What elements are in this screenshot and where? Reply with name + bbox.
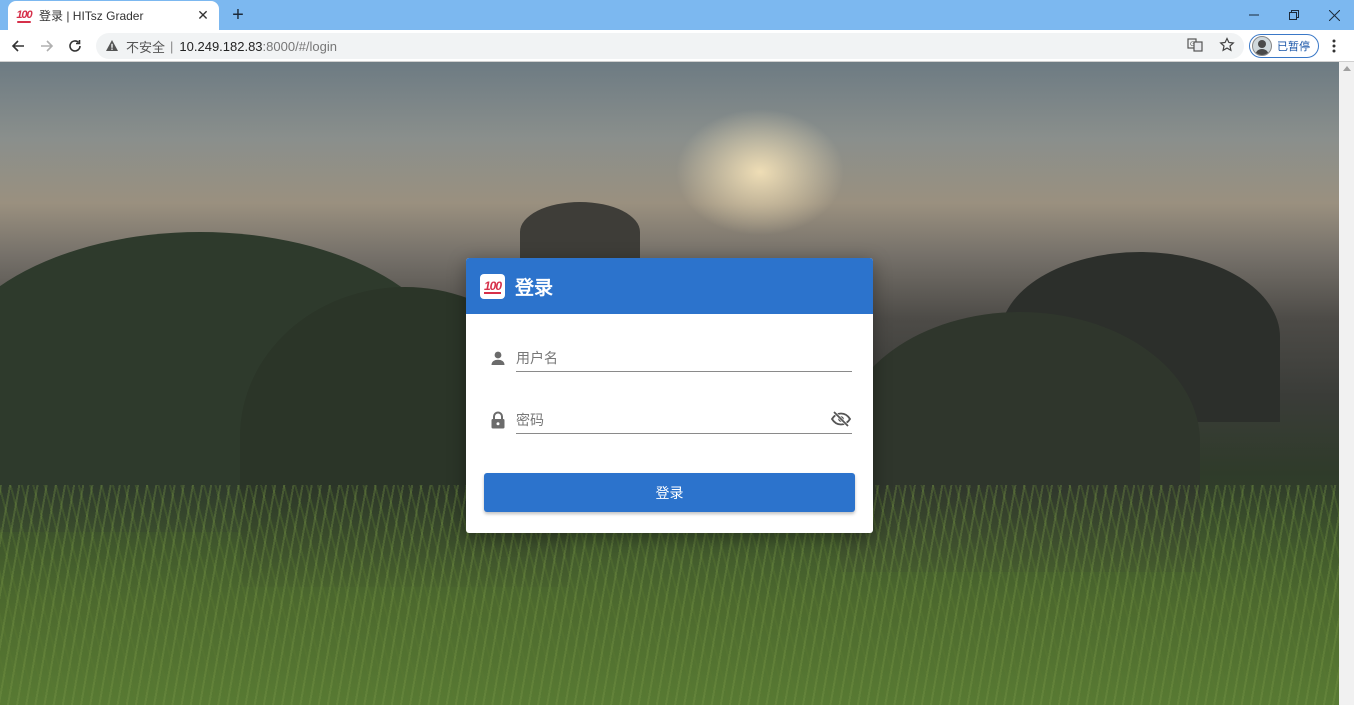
profile-status: 已暂停	[1277, 41, 1310, 53]
browser-toolbar: 不安全 | 10.249.182.83 :8000/#/login G 已暂停	[0, 30, 1354, 62]
scroll-up-icon[interactable]	[1343, 66, 1351, 71]
login-button[interactable]: 登录	[484, 473, 855, 512]
omnibox-actions: G	[1186, 36, 1236, 54]
translate-icon[interactable]: G	[1186, 36, 1204, 54]
tab-title: 登录 | HITsz Grader	[39, 9, 144, 23]
browser-tab[interactable]: 100 登录 | HITsz Grader ✕	[8, 1, 219, 30]
svg-text:G: G	[1190, 41, 1195, 48]
address-bar[interactable]: 不安全 | 10.249.182.83 :8000/#/login G	[96, 33, 1244, 59]
forward-arrow-icon[interactable]	[35, 34, 59, 58]
lock-icon	[488, 410, 508, 430]
hundred-points-icon: 100	[480, 273, 505, 299]
tab-strip: 100 登录 | HITsz Grader ✕ +	[0, 0, 1354, 30]
tab-close-icon[interactable]: ✕	[195, 7, 211, 24]
new-tab-button[interactable]: +	[227, 4, 249, 26]
eye-off-icon[interactable]	[830, 408, 852, 430]
password-input[interactable]	[516, 406, 852, 434]
login-card: 100 登录 登录	[466, 258, 873, 533]
url-path[interactable]: :8000/#/login	[263, 39, 337, 54]
profile-button[interactable]: 已暂停	[1249, 34, 1319, 58]
restore-icon[interactable]	[1274, 0, 1314, 30]
username-input[interactable]	[516, 344, 852, 372]
back-arrow-icon[interactable]	[6, 34, 30, 58]
password-field	[488, 398, 852, 438]
hundred-points-icon: 100	[16, 8, 33, 23]
reload-icon[interactable]	[63, 34, 87, 58]
minimize-icon[interactable]	[1234, 0, 1274, 30]
login-title: 登录	[515, 277, 554, 299]
username-field	[488, 336, 852, 376]
avatar	[1252, 36, 1272, 56]
window-controls	[1234, 0, 1354, 30]
more-menu-icon[interactable]	[1326, 36, 1342, 56]
person-icon	[488, 348, 508, 368]
background-hill	[520, 202, 640, 262]
close-window-icon[interactable]	[1314, 0, 1354, 30]
bookmark-star-icon[interactable]	[1218, 36, 1236, 54]
url-host[interactable]: 10.249.182.83	[179, 39, 262, 54]
warning-icon[interactable]	[105, 39, 119, 53]
page-scrollbar[interactable]	[1339, 62, 1354, 705]
url-separator: |	[170, 38, 174, 54]
login-header: 100 登录	[466, 258, 873, 314]
security-status[interactable]: 不安全	[126, 37, 165, 56]
